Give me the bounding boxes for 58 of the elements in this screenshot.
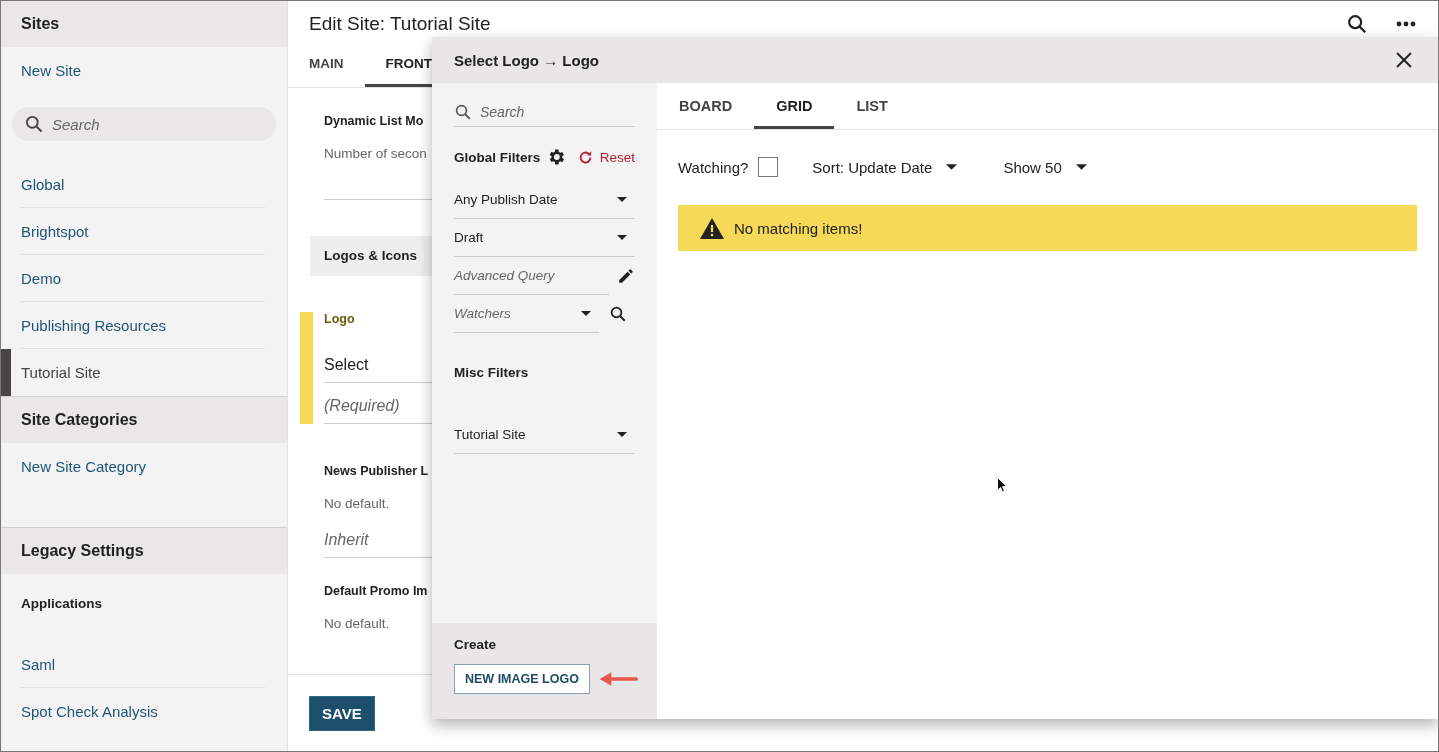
section-header: Create (454, 637, 498, 652)
field-label: News Publisher L (324, 464, 430, 478)
page-size-dropdown[interactable]: Show 50 (1003, 158, 1087, 176)
warning-icon (700, 217, 724, 239)
section-header: Misc Filters (454, 365, 530, 380)
caret-icon (617, 432, 627, 437)
section-header: Global Filters (454, 149, 541, 165)
search-icon (24, 114, 44, 134)
tab[interactable]: LIST (834, 83, 910, 129)
section-header: Legacy Settings (1, 527, 287, 574)
search-icon[interactable] (609, 305, 627, 323)
search-field[interactable]: Search (454, 97, 635, 127)
filter-dropdown[interactable]: Tutorial Site (454, 416, 635, 454)
cursor-icon (997, 477, 1008, 493)
sidebar-item[interactable]: Demo (1, 255, 287, 302)
new-link[interactable]: New Site Category (1, 443, 287, 491)
tab[interactable]: MAIN (288, 47, 365, 87)
field-label: Default Promo Im (324, 584, 429, 598)
sidebar-item[interactable]: Brightspot (1, 208, 287, 255)
alert-text: No matching items! (734, 219, 863, 237)
watching-label: Watching? (678, 158, 749, 176)
caret-icon (617, 197, 627, 202)
field-label: Logo (324, 312, 356, 326)
filter-dropdown[interactable]: Any Publish Date (454, 181, 635, 219)
sidebar-item[interactable]: Publishing Resources (1, 302, 287, 349)
sort-dropdown[interactable]: Sort: Update Date (812, 158, 958, 176)
watchers-dropdown[interactable]: Watchers (454, 295, 599, 333)
pencil-icon[interactable] (617, 267, 635, 285)
tab[interactable]: BOARD (657, 83, 755, 129)
filter-dropdown[interactable]: Draft (454, 219, 635, 257)
page-title: Edit Site: Tutorial Site (309, 13, 492, 35)
section-header: Site Categories (1, 396, 287, 443)
more-icon[interactable] (1396, 21, 1416, 27)
checkbox[interactable] (758, 157, 779, 177)
caret-icon (581, 311, 591, 316)
subheading: Applications (20, 595, 103, 613)
sidebar-item[interactable]: Global (1, 161, 287, 208)
search-icon[interactable] (1346, 13, 1368, 35)
caret-icon (946, 164, 958, 170)
field-hint: No default. (324, 616, 391, 631)
field-hint: Number of secon (324, 146, 428, 161)
query-field[interactable]: Advanced Query (454, 257, 609, 295)
reset-button[interactable]: Reset (576, 148, 635, 166)
dialog-title: Select Logo → Logo (454, 51, 599, 69)
sidebar-item[interactable]: Spot Check Analysis (1, 688, 287, 735)
search-field[interactable]: Search (12, 107, 276, 141)
close-icon[interactable] (1396, 52, 1412, 68)
tab[interactable]: GRID (754, 83, 835, 129)
field-hint: No default. (324, 496, 391, 511)
search-icon (454, 103, 472, 121)
new-link[interactable]: New Site (1, 47, 287, 95)
section-header: Sites (1, 1, 287, 47)
caret-icon (1075, 164, 1087, 170)
new-image-logo-button[interactable]: NEW IMAGE LOGO (454, 664, 590, 694)
caret-icon (617, 235, 627, 240)
save-button[interactable]: SAVE (309, 695, 375, 731)
field-label: Dynamic List Mo (324, 114, 425, 128)
sidebar-item[interactable]: Saml (1, 641, 287, 688)
